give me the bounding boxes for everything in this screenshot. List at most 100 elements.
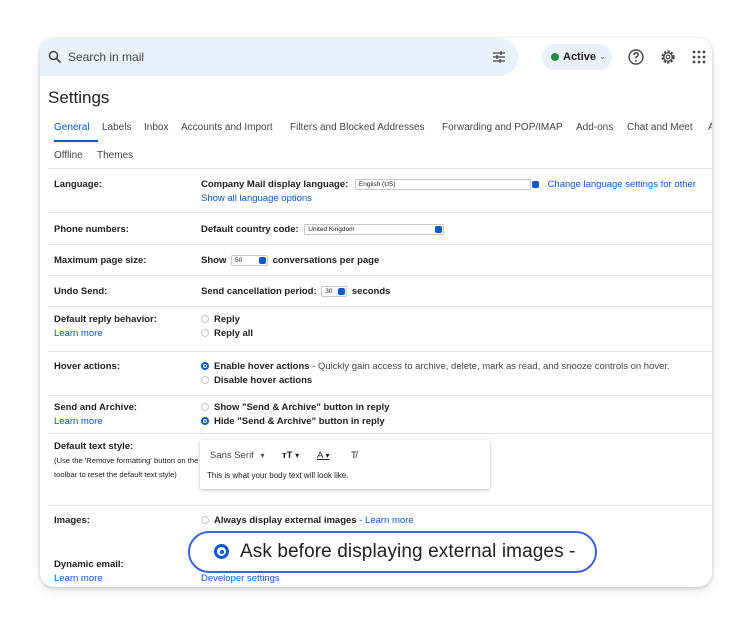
tab-offline[interactable]: Offline (54, 150, 83, 161)
tune-icon[interactable] (492, 50, 506, 64)
language-select-value: English (US) (358, 181, 396, 188)
radio-button[interactable] (201, 403, 209, 411)
enable-hover-description: - Quickly gain access to archive, delete… (309, 361, 670, 372)
separator: - (356, 515, 366, 526)
country-code-value: United Kingdom (308, 226, 355, 233)
tab-themes[interactable]: Themes (97, 150, 133, 161)
active-tab-indicator (54, 140, 98, 142)
tab-advanced[interactable]: A (708, 122, 712, 133)
undo-send-value: Send cancellation period: 30 seconds (201, 286, 390, 297)
row-label: Send and Archive: (54, 402, 138, 413)
font-size-glyph: тT (282, 450, 293, 461)
settings-window: Search in mail Active ⌄ Settings General… (40, 38, 712, 587)
page-size-select-value: 50 (234, 257, 243, 264)
undo-send-select-value: 30 (325, 288, 333, 295)
row-label: Language: (54, 179, 103, 190)
page-title: Settings (48, 88, 110, 107)
reply-all-option[interactable]: Reply all (201, 328, 253, 339)
setting-hover-actions: Hover actions: Enable hover actions - Qu… (48, 351, 712, 395)
learn-more-link[interactable]: Learn more (365, 515, 414, 526)
row-label: Default reply behavior: (54, 314, 157, 325)
row-label: Phone numbers: (54, 224, 129, 235)
phone-value: Default country code: United Kingdom (201, 224, 445, 235)
reply-option[interactable]: Reply (201, 314, 240, 325)
radio-button-selected[interactable] (214, 544, 229, 559)
status-dot (551, 53, 559, 61)
enable-hover-option[interactable]: Enable hover actions - Quickly gain acce… (201, 361, 670, 372)
ask-before-images-callout[interactable]: Ask before displaying external images - (188, 531, 597, 573)
apps-grid-icon[interactable] (690, 48, 708, 66)
row-label: Maximum page size: (54, 255, 147, 266)
tab-filters[interactable]: Filters and Blocked Addresses (290, 122, 425, 133)
disable-hover-option[interactable]: Disable hover actions (201, 375, 312, 386)
row-label: Dynamic email: (54, 559, 124, 570)
search-icon[interactable] (48, 50, 62, 64)
hide-send-archive-label: Hide "Send & Archive" button in reply (214, 416, 385, 427)
setting-phone-numbers: Phone numbers: Default country code: Uni… (48, 212, 712, 244)
undo-send-select[interactable]: 30 (321, 286, 348, 297)
enable-hover-label: Enable hover actions (214, 361, 310, 372)
setting-undo-send: Undo Send: Send cancellation period: 30 … (48, 275, 712, 306)
tab-addons[interactable]: Add-ons (576, 122, 613, 133)
select-arrow-icon (258, 257, 266, 264)
radio-button[interactable] (201, 376, 209, 384)
gear-icon[interactable] (659, 48, 677, 66)
learn-more-link[interactable]: Learn more (54, 573, 103, 584)
font-family-select[interactable]: Sans Serif ▾ (210, 450, 264, 461)
show-send-archive-option[interactable]: Show "Send & Archive" button in reply (201, 402, 389, 413)
disable-hover-label: Disable hover actions (214, 375, 313, 386)
status-selector[interactable]: Active ⌄ (542, 44, 612, 70)
tab-labels[interactable]: Labels (102, 122, 131, 133)
display-language-label: Company Mail display language: (201, 179, 349, 190)
radio-button[interactable] (201, 329, 209, 337)
developer-settings-link[interactable]: Developer settings (201, 573, 280, 584)
help-icon[interactable] (627, 48, 645, 66)
tab-general[interactable]: General (54, 122, 90, 133)
tab-forwarding[interactable]: Forwarding and POP/IMAP (442, 122, 563, 133)
text-color-icon[interactable]: A ▾ (317, 450, 329, 461)
hide-send-archive-option[interactable]: Hide "Send & Archive" button in reply (201, 416, 385, 427)
text-color-glyph: A (317, 450, 323, 461)
font-family-value: Sans Serif (210, 450, 254, 461)
setting-language: Language: Company Mail display language:… (48, 168, 712, 212)
radio-button[interactable] (201, 516, 209, 524)
language-select[interactable]: English (US) (354, 179, 539, 190)
row-label: Hover actions: (54, 361, 120, 372)
always-display-images-option[interactable]: Always display external images - Learn m… (201, 515, 414, 526)
settings-tabs: General Labels Inbox Accounts and Import… (40, 122, 712, 142)
row-label: Images: (54, 515, 90, 526)
undo-send-suffix: seconds (351, 286, 391, 297)
radio-button[interactable] (201, 315, 209, 323)
radio-button-selected[interactable] (201, 362, 209, 370)
chevron-down-icon: ▾ (260, 451, 265, 460)
reply-option-label: Reply (214, 314, 240, 325)
select-arrow-icon (531, 181, 539, 188)
show-send-archive-label: Show "Send & Archive" button in reply (214, 402, 390, 413)
learn-more-link[interactable]: Learn more (54, 328, 103, 339)
show-all-language-link[interactable]: Show all language options (201, 193, 312, 204)
search-input[interactable]: Search in mail (68, 50, 144, 64)
tab-inbox[interactable]: Inbox (144, 122, 168, 133)
country-code-select[interactable]: United Kingdom (304, 224, 445, 235)
page-size-value: Show 50 conversations per page (201, 255, 379, 266)
chevron-down-icon: ▾ (295, 451, 300, 460)
page-size-select[interactable]: 50 (230, 255, 268, 266)
tab-accounts-and-import[interactable]: Accounts and Import (181, 122, 273, 133)
chevron-down-icon: ⌄ (599, 52, 606, 61)
row-label: Undo Send: (54, 286, 108, 297)
country-code-label: Default country code: (201, 224, 299, 235)
change-language-link[interactable]: Change language settings for other (548, 179, 696, 190)
status-label: Active (563, 51, 597, 63)
remove-formatting-icon[interactable]: T̸ (351, 450, 357, 461)
text-style-editor: Sans Serif ▾ тT ▾ A ▾ T̸ This is what yo… (200, 440, 490, 489)
reply-all-option-label: Reply all (214, 328, 254, 339)
radio-button-selected[interactable] (201, 417, 209, 425)
setting-send-and-archive: Send and Archive: Learn more Show "Send … (48, 395, 712, 433)
text-style-preview: This is what your body text will look li… (207, 471, 349, 480)
learn-more-link[interactable]: Learn more (54, 416, 103, 427)
search-bar[interactable]: Search in mail (40, 38, 518, 76)
page-size-prefix: Show (201, 255, 227, 266)
text-style-note: (Use the 'Remove formatting' button on t… (54, 456, 199, 479)
font-size-icon[interactable]: тT ▾ (282, 450, 299, 461)
tab-chat-and-meet[interactable]: Chat and Meet (627, 122, 693, 133)
